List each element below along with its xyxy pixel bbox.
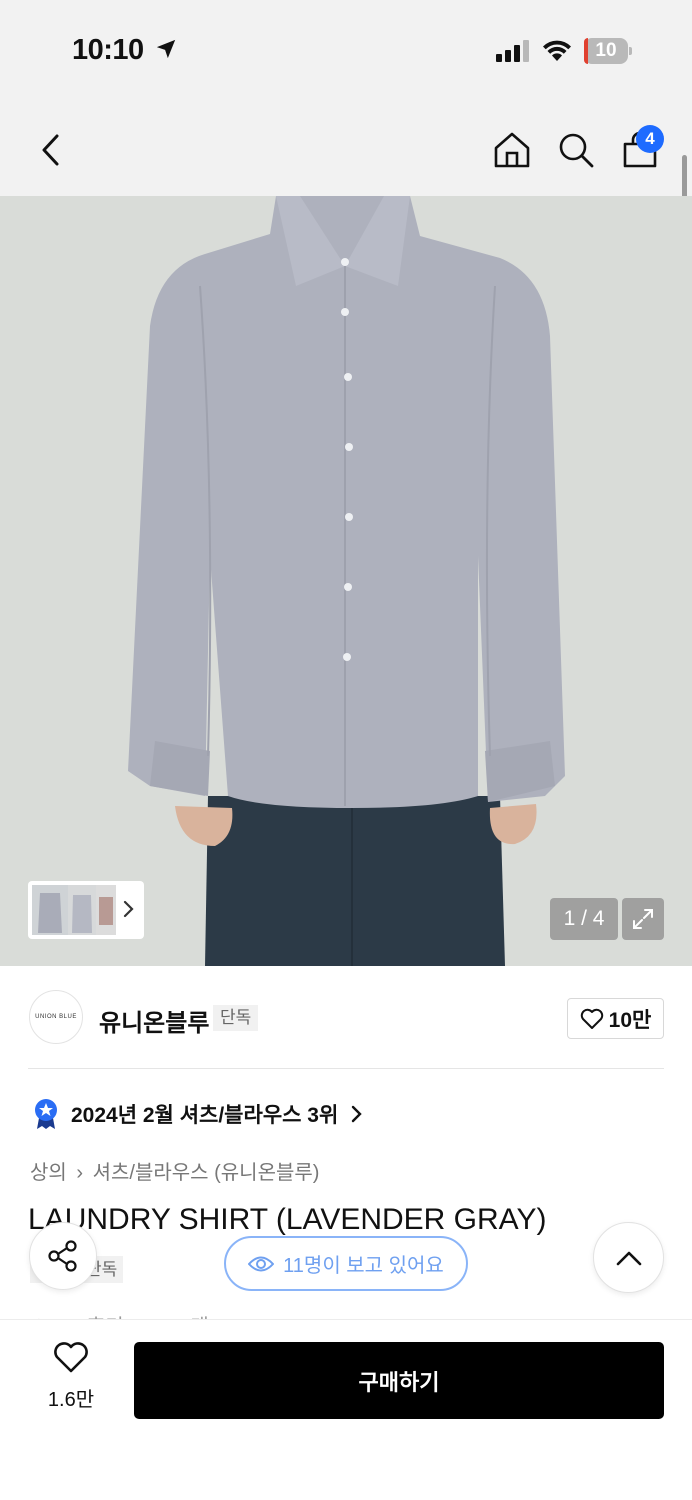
breadcrumb-subcategory[interactable]: 셔츠/블라우스 (유니온블루) [93,1162,320,1184]
battery-level: 10 [595,40,617,61]
brand-logo[interactable]: UNION BLUE [29,990,83,1044]
chevron-up-icon [616,1251,641,1265]
eye-icon [248,1256,275,1271]
location-arrow-icon [156,39,176,59]
chevron-right-icon[interactable] [122,900,134,918]
product-like-button[interactable]: 1.6만 [36,1342,106,1412]
cellular-signal-icon [496,40,529,62]
back-chevron-icon[interactable] [30,128,70,172]
battery-icon: 10 [584,38,632,64]
heart-icon [54,1342,88,1373]
thumbnail-image[interactable] [96,885,116,935]
ranking-text: 2024년 2월 셔츠/블라우스 3위 [71,1104,339,1127]
thumbnail-image[interactable] [32,885,68,935]
brand-name[interactable]: 유니온블루 [99,1003,209,1038]
wifi-icon [543,40,571,61]
divider [28,1068,664,1069]
brand-like-count: 10만 [608,1008,652,1032]
chevron-right-icon [352,1105,362,1123]
buy-button[interactable]: 구매하기 [134,1342,664,1419]
product-title: LAUNDRY SHIRT (LAVENDER GRAY) [28,1203,547,1236]
breadcrumb-separator: › [76,1162,84,1184]
exclusive-tag: 단독 [213,1005,259,1031]
share-icon [48,1240,77,1272]
search-icon[interactable] [554,128,598,172]
gallery-page-counter: 1 / 4 [550,898,618,940]
product-like-count: 1.6만 [47,1389,95,1411]
scroll-to-top-button[interactable] [593,1222,664,1293]
share-button[interactable] [29,1222,97,1290]
thumbnail-image[interactable] [68,885,96,935]
heart-icon [580,1008,603,1029]
status-bar: 10:10 10 [0,0,692,100]
viewers-indicator: 11명이 보고 있어요 [224,1236,468,1291]
ranking-link[interactable]: 2024년 2월 셔츠/블라우스 3위 [33,1098,362,1130]
home-icon[interactable] [490,128,534,172]
viewers-text: 11명이 보고 있어요 [283,1255,444,1277]
breadcrumb-category[interactable]: 상의 [30,1162,67,1184]
product-image[interactable] [0,196,692,966]
brand-like-button[interactable]: 10만 [567,998,664,1039]
breadcrumb: 상의 › 셔츠/블라우스 (유니온블루) [30,1156,323,1185]
cart-count-badge: 4 [636,125,664,153]
rank-badge-icon [35,1099,57,1129]
expand-icon[interactable] [622,898,664,940]
status-time: 10:10 [72,34,144,66]
top-navigation [0,100,692,196]
